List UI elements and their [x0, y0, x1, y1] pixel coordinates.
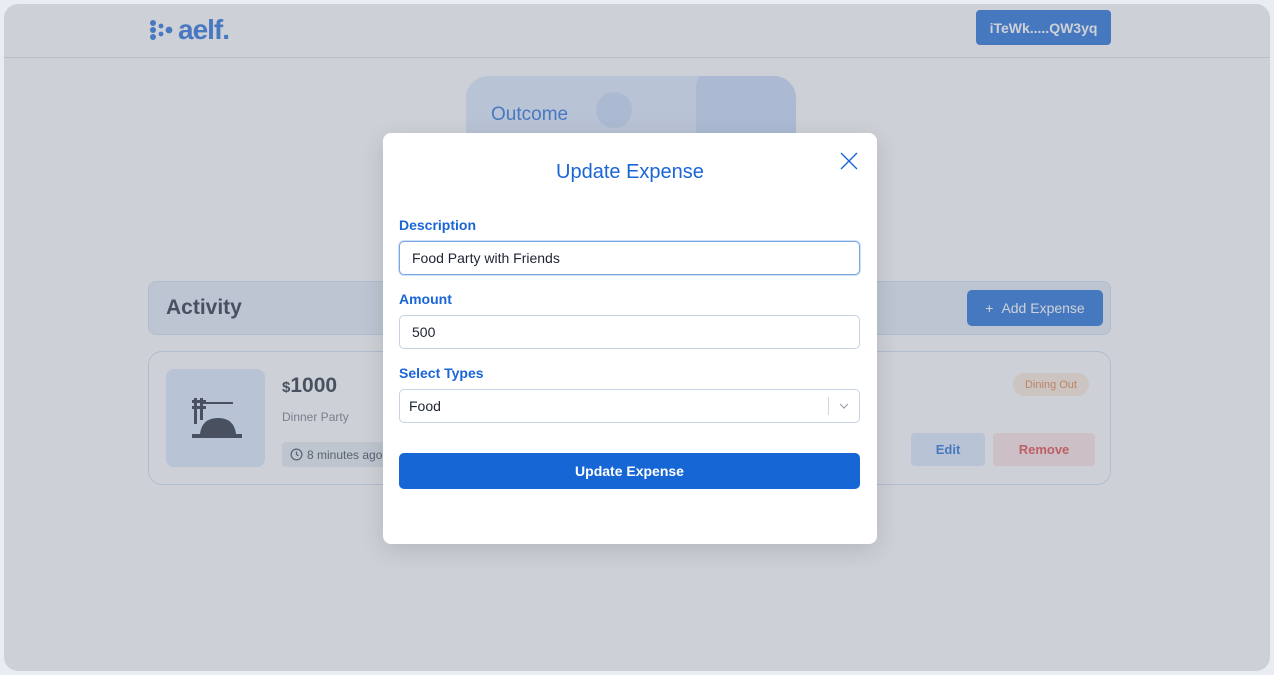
- close-icon: [840, 152, 858, 170]
- update-expense-modal: Update Expense Description Amount Select…: [383, 133, 877, 544]
- description-input[interactable]: [399, 241, 860, 275]
- amount-input[interactable]: [399, 315, 860, 349]
- update-expense-button[interactable]: Update Expense: [399, 453, 860, 489]
- chevron-down-icon[interactable]: [829, 389, 859, 423]
- types-label: Select Types: [399, 365, 484, 381]
- description-label: Description: [399, 217, 477, 233]
- close-button[interactable]: [837, 149, 861, 173]
- app-frame: aelf. iTeWk.....QW3yq Outcome Activity +…: [4, 4, 1270, 671]
- amount-label: Amount: [399, 291, 452, 307]
- types-select[interactable]: Food: [399, 389, 860, 423]
- types-selected-value: Food: [409, 398, 441, 414]
- modal-title: Update Expense: [556, 161, 704, 183]
